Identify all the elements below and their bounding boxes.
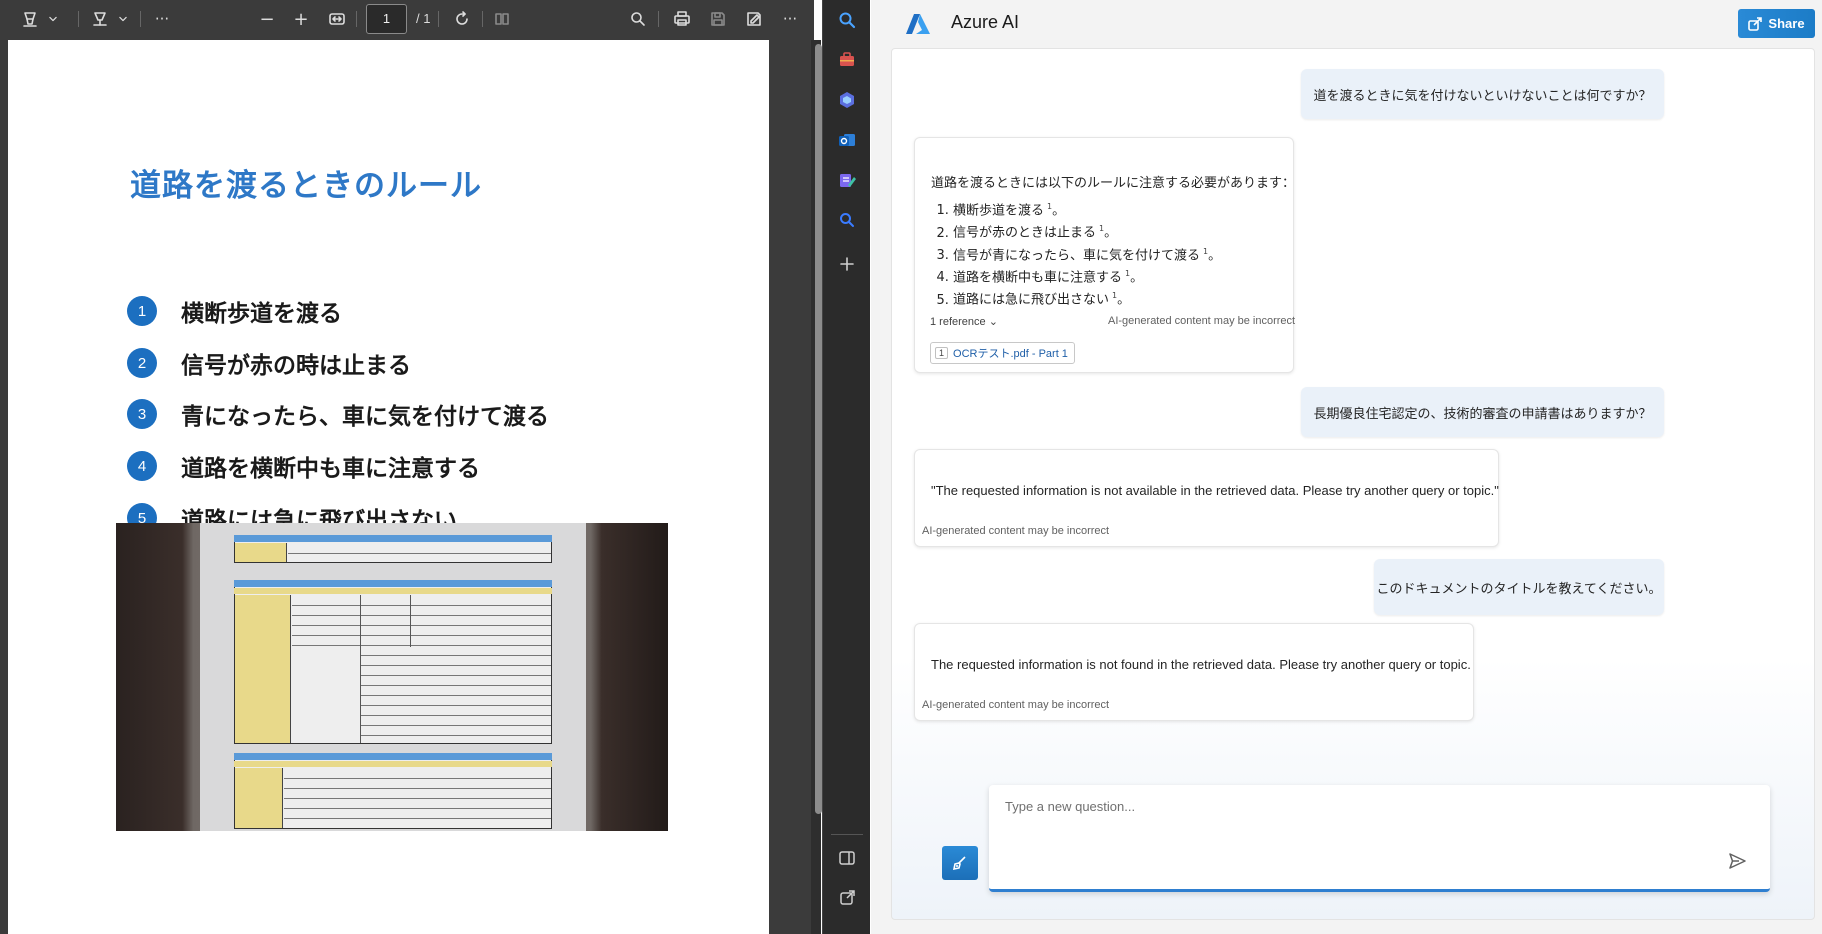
print-icon[interactable] — [670, 7, 694, 31]
editor-icon[interactable] — [833, 166, 861, 194]
send-icon — [1729, 853, 1746, 869]
search-icon[interactable] — [626, 7, 650, 31]
rule-item: 1 横断歩道を渡る — [127, 295, 342, 327]
more-options-icon[interactable]: ··· — [778, 7, 802, 31]
question-input[interactable] — [1005, 799, 1605, 814]
rule-number: 3 — [127, 399, 157, 429]
list-item: 信号が青になったら、車に気を付けて渡る1。 — [953, 243, 1221, 265]
page-view-icon[interactable] — [490, 7, 514, 31]
pdf-scrollbar-thumb[interactable] — [815, 44, 822, 814]
question-input-box — [989, 785, 1770, 892]
list-item: 道路には急に飛び出さない1。 — [953, 287, 1221, 309]
save-icon[interactable] — [706, 7, 730, 31]
user-message: このドキュメントのタイトルを教えてください。 — [1374, 559, 1664, 615]
draw-tool-icon[interactable] — [88, 7, 112, 31]
add-icon[interactable] — [833, 250, 861, 278]
user-message: 道を渡るときに気を付けないといけないことは何ですか？ — [1301, 69, 1664, 119]
references-toggle[interactable]: 1 reference ⌄ — [930, 315, 998, 328]
broom-icon — [952, 856, 966, 871]
user-message-text: 長期優良住宅認定の、技術的審査の申請書はありますか？ — [1313, 406, 1652, 422]
sidebar-toggle-icon[interactable] — [833, 844, 861, 872]
rule-item: 3 青になったら、車に気を付けて渡る — [127, 398, 549, 430]
assistant-message-text: The requested information is not found i… — [931, 657, 1471, 672]
user-message-text: このドキュメントのタイトルを教えてください。 — [1376, 581, 1662, 597]
rotate-icon[interactable] — [450, 7, 474, 31]
rule-item: 2 信号が赤の時は止まる — [127, 347, 411, 379]
ai-disclaimer: AI-generated content may be incorrect — [922, 699, 1110, 711]
rule-text: 道路を横断中も車に注意する — [181, 456, 480, 482]
pdf-toolbar: ··· − + 1 / 1 ··· — [0, 0, 814, 38]
fit-width-icon[interactable] — [325, 7, 349, 31]
rule-number: 2 — [127, 348, 157, 378]
pdf-page: 道路を渡るときのルール 1 横断歩道を渡る 2 信号が赤の時は止まる 3 青にな… — [8, 40, 769, 934]
rule-text: 信号が赤の時は止まる — [181, 353, 411, 379]
send-button[interactable] — [1725, 849, 1749, 873]
more-tools-icon[interactable]: ··· — [150, 7, 174, 31]
app-title: Azure AI — [951, 12, 1020, 32]
assistant-message: 道路を渡るときには以下のルールに注意する必要があります： 横断歩道を渡る1。 信… — [914, 137, 1296, 373]
chevron-down-icon: ⌄ — [988, 316, 998, 328]
page-number-input[interactable]: 1 — [366, 4, 407, 34]
tools-icon[interactable] — [833, 46, 861, 74]
chevron-down-icon[interactable] — [46, 7, 60, 31]
rule-number: 1 — [127, 296, 157, 326]
assistant-message: "The requested information is not availa… — [914, 449, 1499, 547]
save-as-icon[interactable] — [742, 7, 766, 31]
rule-text: 横断歩道を渡る — [181, 301, 342, 327]
bing-search-icon[interactable] — [833, 206, 861, 234]
reference-chip[interactable]: 1 OCRテスト.pdf - Part 1 — [930, 342, 1075, 364]
share-button[interactable]: Share — [1738, 9, 1815, 38]
rule-text: 青になったら、車に気を付けて渡る — [181, 404, 549, 430]
user-message: 長期優良住宅認定の、技術的審査の申請書はありますか？ — [1301, 387, 1664, 437]
list-item: 横断歩道を渡る1。 — [953, 198, 1221, 220]
assistant-intro: 道路を渡るときには以下のルールに注意する必要があります： — [931, 175, 1296, 190]
reference-number: 1 — [935, 347, 949, 359]
assistant-message-text: "The requested information is not availa… — [931, 483, 1499, 498]
list-item: 信号が赤のときは止まる1。 — [953, 220, 1221, 242]
user-message-text: 道を渡るときに気を付けないといけないことは何ですか？ — [1313, 88, 1652, 104]
chevron-down-icon[interactable] — [116, 7, 130, 31]
rule-item: 4 道路を横断中も車に注意する — [127, 450, 480, 482]
open-external-icon[interactable] — [833, 884, 861, 912]
ai-header: Azure AI Share — [871, 0, 1822, 46]
zoom-in-button[interactable]: + — [290, 7, 312, 31]
document-photo — [116, 523, 668, 831]
page-total: / 1 — [416, 11, 431, 26]
assistant-list: 横断歩道を渡る1。 信号が赤のときは止まる1。 信号が青になったら、車に気を付け… — [953, 198, 1221, 310]
outlook-icon[interactable] — [833, 126, 861, 154]
copilot-icon[interactable] — [833, 86, 861, 114]
assistant-message: The requested information is not found i… — [914, 623, 1474, 721]
ai-disclaimer: AI-generated content may be incorrect — [1108, 315, 1296, 327]
reference-label: OCRテスト.pdf - Part 1 — [953, 348, 1068, 360]
ai-disclaimer: AI-generated content may be incorrect — [922, 525, 1110, 537]
search-icon[interactable] — [833, 6, 861, 34]
list-item: 道路を横断中も車に注意する1。 — [953, 265, 1221, 287]
zoom-out-button[interactable]: − — [256, 7, 278, 31]
highlight-tool-icon[interactable] — [18, 7, 42, 31]
document-title: 道路を渡るときのルール — [130, 168, 482, 204]
share-icon — [1748, 16, 1763, 31]
pdf-viewer: ··· − + 1 / 1 ··· 道路を渡るときのルール 1 横断歩道を渡る … — [0, 0, 822, 934]
share-label: Share — [1768, 16, 1805, 31]
browser-sidebar — [822, 0, 870, 934]
rule-number: 4 — [127, 451, 157, 481]
azure-logo-icon — [906, 14, 930, 34]
clear-chat-button[interactable] — [942, 846, 978, 880]
